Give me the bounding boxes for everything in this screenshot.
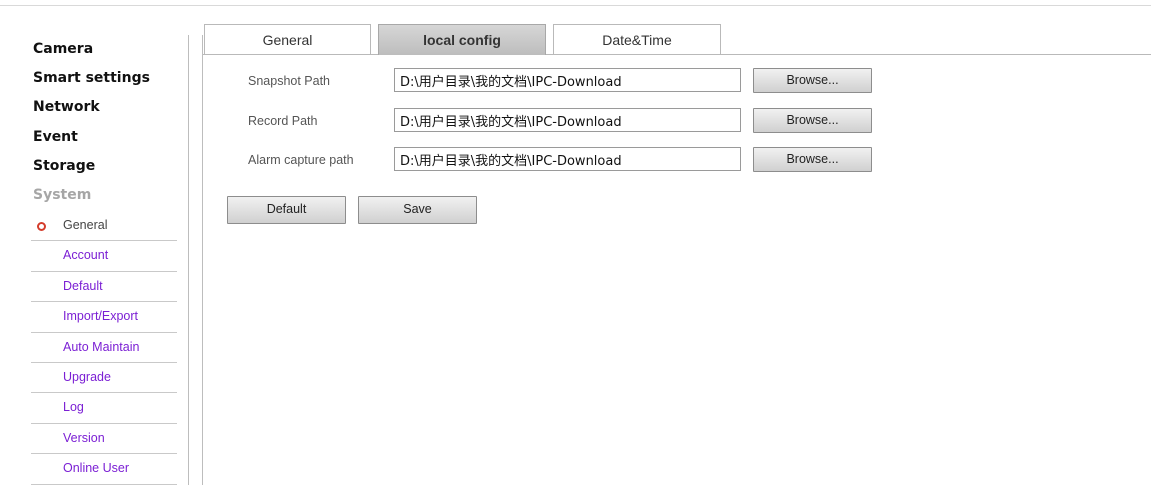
sidebar-item-camera[interactable]: Camera: [33, 41, 93, 57]
record-path-input[interactable]: [394, 108, 741, 132]
sidebar: Camera Smart settings Network Event Stor…: [0, 0, 190, 485]
default-button[interactable]: Default: [227, 196, 346, 224]
submenu-item-default[interactable]: Default: [31, 272, 177, 303]
submenu-item-version[interactable]: Version: [31, 424, 177, 455]
sidebar-item-storage[interactable]: Storage: [33, 158, 95, 174]
content-left-border: [202, 35, 203, 485]
submenu-item-import-export[interactable]: Import/Export: [31, 302, 177, 333]
alarm-capture-path-browse-button[interactable]: Browse...: [753, 147, 872, 172]
tab-bar-baseline: [203, 54, 1151, 55]
sidebar-item-event[interactable]: Event: [33, 129, 78, 145]
submenu-item-account[interactable]: Account: [31, 241, 177, 272]
record-path-label: Record Path: [248, 114, 318, 128]
submenu-item-online-user[interactable]: Online User: [31, 454, 177, 485]
system-submenu: General Account Default Import/Export Au…: [31, 211, 177, 485]
alarm-capture-path-input[interactable]: [394, 147, 741, 171]
snapshot-path-label: Snapshot Path: [248, 74, 331, 88]
record-path-browse-button[interactable]: Browse...: [753, 108, 872, 133]
submenu-item-label: General: [63, 218, 108, 232]
sidebar-section-system: System: [33, 187, 92, 203]
save-button[interactable]: Save: [358, 196, 477, 224]
submenu-item-general[interactable]: General: [31, 211, 177, 242]
submenu-item-log[interactable]: Log: [31, 393, 177, 424]
active-bullet-icon: [37, 222, 46, 231]
snapshot-path-browse-button[interactable]: Browse...: [753, 68, 872, 93]
snapshot-path-input[interactable]: [394, 68, 741, 92]
sidebar-item-smart-settings[interactable]: Smart settings: [33, 70, 150, 86]
submenu-item-upgrade[interactable]: Upgrade: [31, 363, 177, 394]
sidebar-item-network[interactable]: Network: [33, 99, 100, 115]
tab-date-time[interactable]: Date&Time: [553, 24, 721, 54]
sidebar-divider: [188, 35, 189, 485]
tab-local-config[interactable]: local config: [378, 24, 546, 55]
alarm-capture-path-label: Alarm capture path: [248, 153, 354, 167]
tab-general[interactable]: General: [204, 24, 371, 54]
submenu-item-auto-maintain[interactable]: Auto Maintain: [31, 333, 177, 363]
